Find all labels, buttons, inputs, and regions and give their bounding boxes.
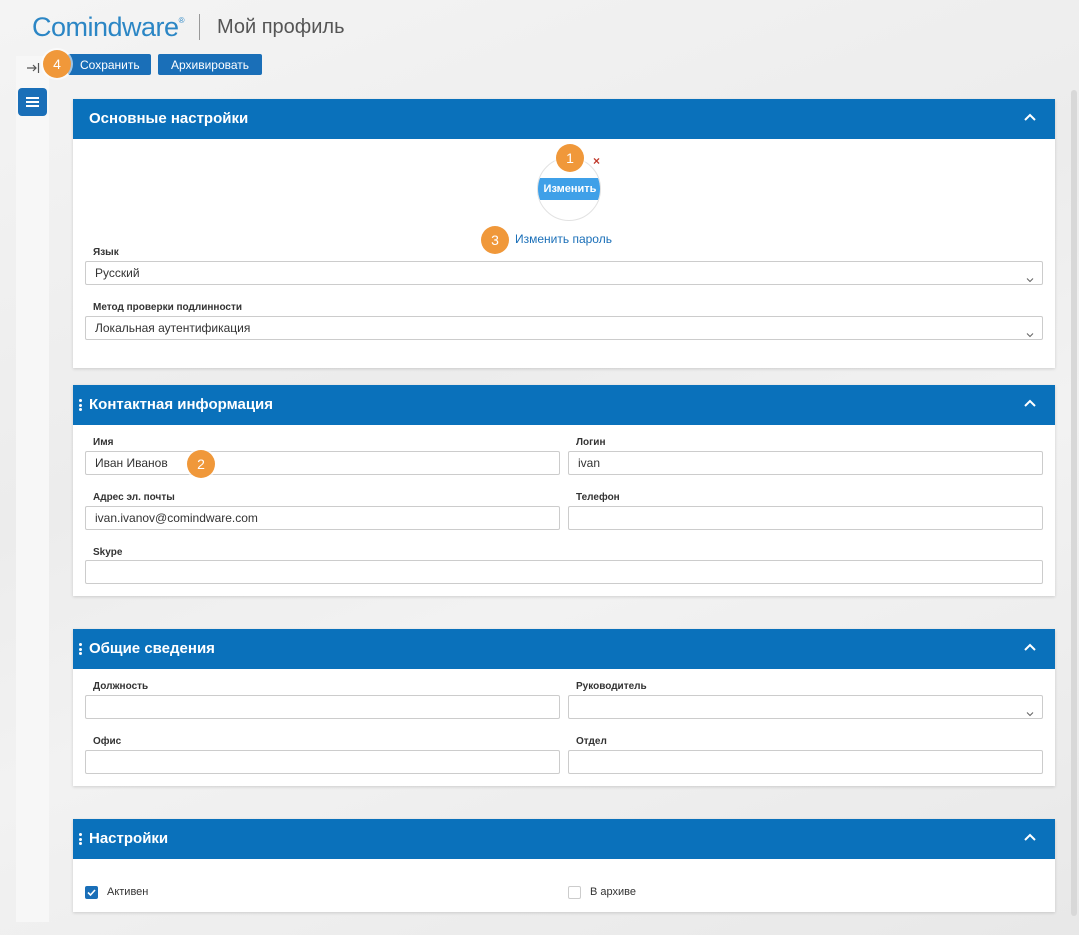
office-label: Офис [93,736,122,747]
annotation-badge-2: 2 [187,450,215,478]
chevron-down-icon [1026,324,1034,338]
panel-basic-settings: Основные настройки Изменить × Изменить п… [73,99,1055,368]
archive-button[interactable]: Архивировать [158,54,262,75]
name-label: Имя [93,437,114,448]
header: Comindware® Мой профиль [32,10,345,44]
manager-label: Руководитель [576,681,647,692]
panel-general-info: Общие сведения Должность Руководитель Оф… [73,629,1055,786]
archived-checkbox[interactable] [568,886,581,899]
panel-header[interactable]: Настройки [73,819,1055,859]
language-label: Язык [93,247,119,258]
email-field[interactable]: ivan.ivanov@comindware.com [85,506,560,530]
drag-handle-icon[interactable] [79,833,82,845]
department-label: Отдел [576,736,607,747]
chevron-down-icon [1026,269,1034,283]
auth-method-label: Метод проверки подлинности [93,302,243,313]
office-field[interactable] [85,750,560,774]
position-label: Должность [93,681,149,692]
annotation-badge-1: 1 [556,144,584,172]
panel-title: Настройки [89,830,169,847]
check-icon [87,889,96,897]
annotation-badge-4: 4 [43,50,71,78]
manager-select[interactable] [568,695,1043,719]
login-label: Логин [576,437,606,448]
name-field[interactable]: Иван Иванов [85,451,560,475]
chevron-up-icon[interactable] [1024,112,1036,124]
panel-title: Основные настройки [89,110,249,127]
remove-avatar-icon[interactable]: × [593,154,600,168]
active-label: Активен [107,886,149,898]
panel-title: Общие сведения [89,640,215,657]
phone-label: Телефон [576,492,620,503]
chevron-up-icon[interactable] [1024,832,1036,844]
language-select[interactable]: Русский [85,261,1043,285]
logo: Comindware® [32,11,185,42]
panel-contact-info: Контактная информация Имя Иван Иванов Ло… [73,385,1055,596]
collapse-sidebar-icon[interactable] [23,61,43,79]
chevron-up-icon[interactable] [1024,398,1036,410]
page-title: Мой профиль [216,15,345,38]
position-field[interactable] [85,695,560,719]
active-checkbox[interactable] [85,886,98,899]
panel-header[interactable]: Контактная информация [73,385,1055,425]
side-rail [16,56,49,922]
auth-method-select[interactable]: Локальная аутентификация [85,316,1043,340]
login-field[interactable]: ivan [568,451,1043,475]
chevron-down-icon [1026,703,1034,717]
panel-settings: Настройки Активен В архиве [73,819,1055,912]
department-field[interactable] [568,750,1043,774]
skype-label: Skype [93,547,123,558]
drag-handle-icon[interactable] [79,643,82,655]
logo-separator [198,14,200,40]
scrollbar[interactable] [1071,90,1077,916]
change-password-link[interactable]: Изменить пароль [515,232,612,246]
panel-header[interactable]: Основные настройки [73,99,1055,139]
annotation-badge-3: 3 [481,226,509,254]
save-button[interactable]: Сохранить [68,54,151,75]
archived-label: В архиве [590,886,636,898]
change-avatar-button[interactable]: Изменить [538,178,600,200]
panel-title: Контактная информация [89,396,274,413]
skype-field[interactable] [85,560,1043,584]
chevron-up-icon[interactable] [1024,642,1036,654]
drag-handle-icon[interactable] [79,399,82,411]
email-label: Адрес эл. почты [93,492,175,503]
hamburger-menu-icon[interactable] [18,88,47,116]
panel-header[interactable]: Общие сведения [73,629,1055,669]
phone-field[interactable] [568,506,1043,530]
